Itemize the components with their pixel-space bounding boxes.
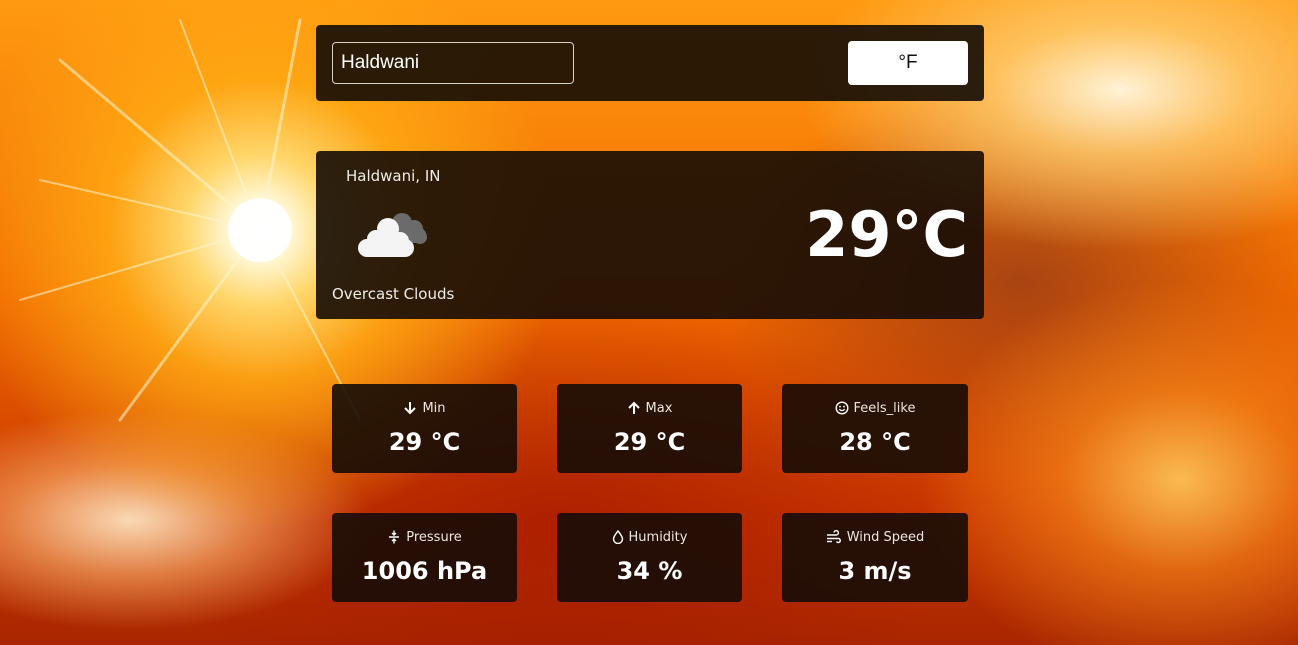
- droplet-icon: [612, 530, 623, 544]
- humidity-value: 34 %: [616, 557, 683, 585]
- max-temp-label: Max: [645, 400, 673, 416]
- feels-like-card: Feels_like 28 °C: [782, 384, 968, 473]
- unit-toggle-button[interactable]: °F: [848, 41, 968, 85]
- wind-speed-value: 3 m/s: [838, 557, 912, 585]
- location-label: Haldwani, IN: [346, 167, 441, 185]
- city-search-input[interactable]: [332, 42, 574, 84]
- pressure-card: Pressure 1006 hPa: [332, 513, 517, 602]
- current-weather-card: Haldwani, IN Overcast Clouds 29°C: [316, 151, 984, 319]
- min-temp-value: 29 °C: [388, 428, 461, 456]
- compress-icon: [389, 530, 400, 544]
- arrow-down-icon: [404, 402, 417, 415]
- pressure-value: 1006 hPa: [361, 557, 488, 585]
- min-temp-label: Min: [422, 400, 446, 416]
- smiley-icon: [835, 401, 849, 415]
- wind-icon: [826, 530, 841, 544]
- feels-like-label: Feels_like: [853, 400, 916, 416]
- min-temp-card: Min 29 °C: [332, 384, 517, 473]
- feels-like-value: 28 °C: [839, 428, 911, 456]
- current-temperature: 29°C: [805, 198, 968, 271]
- pressure-label: Pressure: [406, 529, 462, 545]
- humidity-label: Humidity: [628, 529, 688, 545]
- wind-speed-label: Wind Speed: [846, 529, 925, 545]
- humidity-card: Humidity 34 %: [557, 513, 742, 602]
- max-temp-value: 29 °C: [613, 428, 686, 456]
- arrow-up-icon: [627, 401, 640, 414]
- weather-description: Overcast Clouds: [332, 285, 455, 303]
- overcast-clouds-icon: [358, 213, 427, 257]
- wind-speed-card: Wind Speed 3 m/s: [782, 513, 968, 602]
- search-bar: °F: [316, 25, 984, 101]
- max-temp-card: Max 29 °C: [557, 384, 742, 473]
